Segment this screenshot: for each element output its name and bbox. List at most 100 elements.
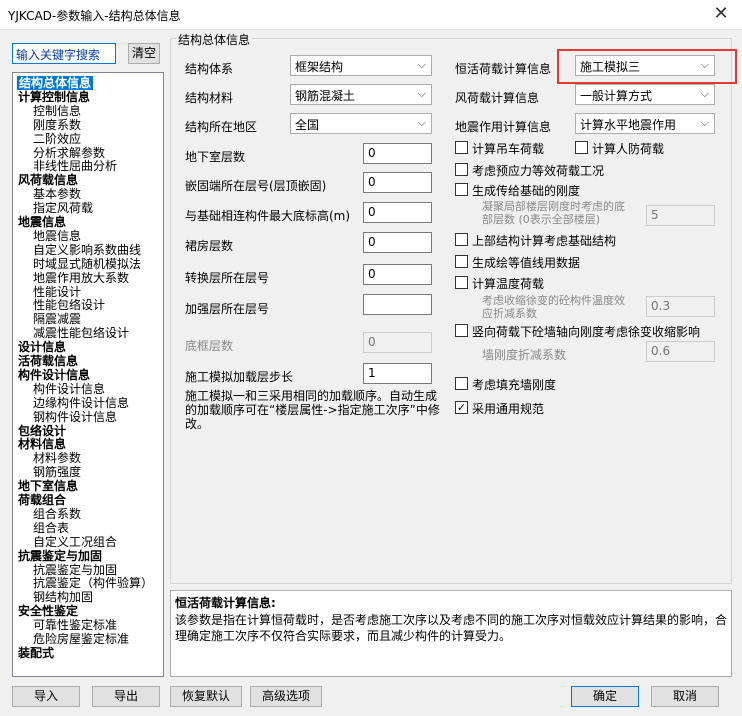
cancel-button[interactable]: 取消 — [651, 686, 719, 707]
seismic-calc-select[interactable]: 计算水平地震作用 ⌵ — [575, 113, 715, 134]
podium-floors-label: 裙房层数 — [185, 239, 234, 253]
tree-category[interactable]: 结构总体信息 — [17, 76, 94, 90]
tree-category[interactable]: 设计信息 — [18, 340, 66, 354]
tree-item[interactable]: 地震作用放大系数 — [33, 271, 129, 285]
tree-category[interactable]: 包络设计 — [18, 424, 66, 438]
creep-factor-input: 0.3 — [646, 296, 715, 317]
strengthen-floor-input[interactable] — [363, 294, 432, 315]
tree-category[interactable]: 安全性鉴定 — [18, 604, 78, 618]
chevron-down-icon: ⌵ — [700, 116, 709, 129]
description-text: 该参数是指在计算恒荷载时，是否考虑施工次序以及考虑不同的施工次序对恒载效应计算结… — [175, 613, 728, 643]
tree-item[interactable]: 控制信息 — [33, 104, 81, 118]
tree-item[interactable]: 地震信息 — [33, 229, 81, 243]
creep-factor-label: 考虑收缩徐变的砼构件温度效应折减系数 — [482, 294, 625, 320]
clear-button[interactable]: 清空 — [128, 43, 160, 64]
podium-floors-input[interactable]: 0 — [363, 232, 432, 253]
tree-item[interactable]: 组合表 — [33, 521, 69, 535]
structure-material-value: 钢筋混凝土 — [295, 89, 356, 103]
contour-data-checkbox[interactable] — [455, 255, 468, 268]
tree-item[interactable]: 分析求解参数 — [33, 146, 105, 160]
wind-calc-select[interactable]: 一般计算方式 ⌵ — [575, 84, 715, 105]
tree-category[interactable]: 地震信息 — [18, 215, 66, 229]
tree-category[interactable]: 构件设计信息 — [18, 368, 90, 382]
tree-item[interactable]: 隔震减震 — [33, 312, 81, 326]
structure-material-select[interactable]: 钢筋混凝土 ⌵ — [290, 84, 432, 105]
close-icon[interactable]: ✕ — [710, 3, 732, 25]
embed-floor-input[interactable]: 0 — [363, 172, 432, 193]
wind-calc-value: 一般计算方式 — [580, 89, 653, 103]
tree-category[interactable]: 计算控制信息 — [18, 90, 90, 104]
import-button[interactable]: 导入 — [12, 686, 80, 707]
tree-category[interactable]: 地下室信息 — [18, 479, 78, 493]
advanced-options-button[interactable]: 高级选项 — [250, 686, 322, 707]
tree-item[interactable]: 指定风荷载 — [33, 201, 93, 215]
tree-item[interactable]: 组合系数 — [33, 507, 81, 521]
tree-item[interactable]: 自定义影响系数曲线 — [33, 243, 141, 257]
vertical-creep-checkbox[interactable] — [455, 324, 468, 337]
tree-item[interactable]: 二阶效应 — [33, 132, 81, 146]
tree-item[interactable]: 可靠性鉴定标准 — [33, 618, 117, 632]
dead-live-calc-value: 施工模拟三 — [580, 60, 641, 74]
load-step-input[interactable]: 1 — [363, 363, 432, 384]
tree-item[interactable]: 非线性屈曲分析 — [33, 159, 117, 173]
region-select[interactable]: 全国 ⌵ — [290, 113, 432, 134]
civil-defense-label: 计算人防荷载 — [592, 142, 665, 156]
crane-load-checkbox[interactable] — [455, 141, 468, 154]
transfer-floor-input[interactable]: 0 — [363, 264, 432, 285]
tree-item[interactable]: 钢构件设计信息 — [33, 410, 117, 424]
chevron-down-icon: ⌵ — [417, 87, 426, 100]
tree-category[interactable]: 荷载组合 — [18, 493, 66, 507]
wall-stiffness-input: 0.6 — [646, 341, 715, 362]
base-elevation-input[interactable]: 0 — [363, 202, 432, 223]
base-frame-floors-label: 底框层数 — [185, 339, 234, 353]
tree-item[interactable]: 钢结构加固 — [33, 590, 93, 604]
prestress-checkbox[interactable] — [455, 163, 468, 176]
civil-defense-checkbox[interactable] — [575, 141, 588, 154]
basement-floors-input[interactable]: 0 — [363, 143, 432, 164]
tree-item[interactable]: 材料参数 — [33, 451, 81, 465]
tree-item[interactable]: 构件设计信息 — [33, 382, 105, 396]
tree-category[interactable]: 活荷载信息 — [18, 354, 78, 368]
tree-item[interactable]: 危险房屋鉴定标准 — [33, 632, 129, 646]
export-button[interactable]: 导出 — [92, 686, 160, 707]
embed-floor-label: 嵌固端所在层号(层顶嵌固) — [185, 179, 327, 193]
tree-item[interactable]: 减震性能包络设计 — [33, 326, 129, 340]
tree-item[interactable]: 钢筋强度 — [33, 465, 81, 479]
tree-item[interactable]: 抗震鉴定与加固 — [33, 563, 117, 577]
wall-stiffness-label: 墙刚度折减系数 — [482, 348, 567, 362]
dead-live-calc-select[interactable]: 施工模拟三 ⌵ — [575, 55, 715, 76]
general-code-checkbox[interactable]: ✓ — [455, 401, 468, 414]
tree-item[interactable]: 自定义工况组合 — [33, 535, 117, 549]
tree-item[interactable]: 抗震鉴定（构件验算） — [33, 576, 153, 590]
tree-item[interactable]: 边缘构件设计信息 — [33, 396, 129, 410]
vertical-creep-label: 竖向荷载下砼墙轴向刚度考虑徐变收缩影响 — [472, 325, 701, 339]
load-step-label: 施工模拟加载层步长 — [185, 370, 294, 384]
tree-item[interactable]: 性能设计 — [33, 285, 81, 299]
contour-data-label: 生成绘等值线用数据 — [472, 256, 581, 270]
tree-item[interactable]: 刚度系数 — [33, 118, 81, 132]
foundation-stiffness-checkbox[interactable] — [455, 183, 468, 196]
tree-category[interactable]: 材料信息 — [18, 437, 66, 451]
structure-system-select[interactable]: 框架结构 ⌵ — [290, 55, 432, 76]
seismic-calc-label: 地震作用计算信息 — [455, 120, 552, 134]
temperature-load-checkbox[interactable] — [455, 276, 468, 289]
chevron-down-icon: ⌵ — [417, 58, 426, 71]
consider-foundation-checkbox[interactable] — [455, 233, 468, 246]
search-input[interactable]: 输入关键字搜索 — [12, 43, 116, 64]
ok-button[interactable]: 确定 — [571, 686, 639, 707]
infill-wall-checkbox[interactable] — [455, 377, 468, 390]
tree-item[interactable]: 性能包络设计 — [33, 298, 105, 312]
tree-item[interactable]: 基本参数 — [33, 187, 81, 201]
structure-material-label: 结构材料 — [185, 91, 234, 105]
tree-category[interactable]: 装配式 — [18, 646, 54, 660]
restore-defaults-button[interactable]: 恢复默认 — [170, 686, 242, 707]
region-value: 全国 — [295, 118, 320, 132]
tree-item[interactable]: 时域显式随机模拟法 — [33, 257, 141, 271]
tree-category[interactable]: 抗震鉴定与加固 — [18, 549, 102, 563]
structure-system-value: 框架结构 — [295, 60, 344, 74]
prestress-label: 考虑预应力等效荷载工况 — [472, 164, 605, 178]
description-title: 恒活荷载计算信息: — [175, 596, 276, 610]
category-tree[interactable]: 结构总体信息 计算控制信息 控制信息 刚度系数 二阶效应 分析求解参数 非线性屈曲分析 风荷载… — [12, 72, 164, 677]
tree-category[interactable]: 风荷载信息 — [18, 173, 78, 187]
transfer-floor-label: 转换层所在层号 — [185, 271, 270, 285]
